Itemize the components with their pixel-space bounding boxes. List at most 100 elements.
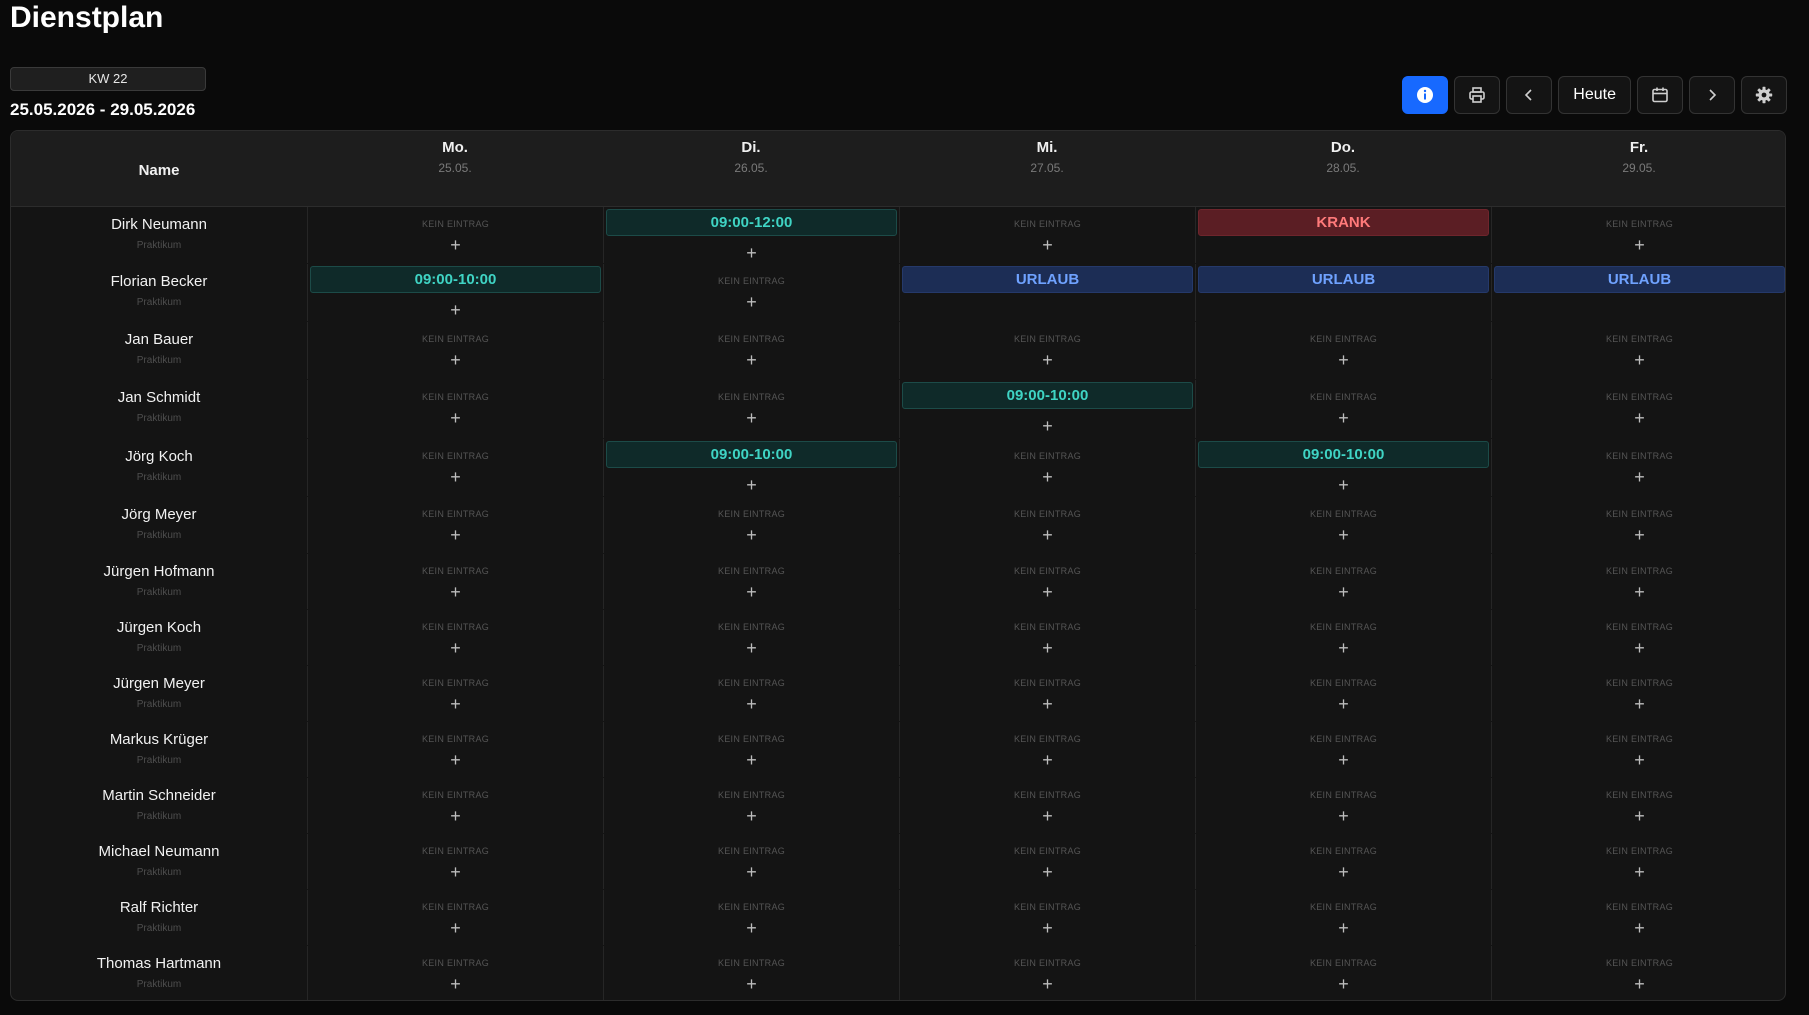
add-entry-button[interactable]: + [310, 806, 601, 826]
info-button[interactable] [1402, 76, 1449, 114]
day-cell[interactable]: KEIN EINTRAG + [1491, 322, 1785, 379]
add-entry-button[interactable]: + [902, 694, 1193, 714]
day-cell[interactable]: KEIN EINTRAG + [1195, 666, 1491, 721]
day-cell[interactable]: KRANK [1195, 207, 1491, 263]
day-cell[interactable]: KEIN EINTRAG + [1491, 610, 1785, 665]
add-entry-button[interactable]: + [310, 467, 601, 487]
add-entry-button[interactable]: + [606, 408, 897, 428]
add-entry-button[interactable]: + [1198, 408, 1489, 428]
add-entry-button[interactable]: + [1198, 974, 1489, 994]
add-entry-button[interactable]: + [606, 243, 897, 263]
day-cell[interactable]: KEIN EINTRAG + [603, 890, 899, 945]
day-cell[interactable]: KEIN EINTRAG + [899, 610, 1195, 665]
day-cell[interactable]: KEIN EINTRAG + [603, 610, 899, 665]
add-entry-button[interactable]: + [1198, 582, 1489, 602]
add-entry-button[interactable]: + [1494, 467, 1785, 487]
day-cell[interactable]: KEIN EINTRAG + [603, 722, 899, 777]
day-cell[interactable]: KEIN EINTRAG + [1195, 554, 1491, 609]
day-cell[interactable]: KEIN EINTRAG + [899, 439, 1195, 496]
add-entry-button[interactable]: + [1198, 806, 1489, 826]
day-cell[interactable]: KEIN EINTRAG + [307, 554, 603, 609]
shift-entry[interactable]: 09:00-10:00 [606, 441, 897, 468]
day-cell[interactable]: KEIN EINTRAG + [899, 890, 1195, 945]
add-entry-button[interactable]: + [902, 416, 1193, 436]
add-entry-button[interactable]: + [606, 292, 897, 312]
add-entry-button[interactable]: + [1494, 408, 1785, 428]
prev-week-button[interactable] [1506, 76, 1553, 114]
add-entry-button[interactable]: + [606, 918, 897, 938]
add-entry-button[interactable]: + [902, 638, 1193, 658]
day-cell[interactable]: KEIN EINTRAG + [1491, 554, 1785, 609]
day-cell[interactable]: URLAUB [1195, 264, 1491, 321]
day-cell[interactable]: KEIN EINTRAG + [1491, 497, 1785, 553]
day-cell[interactable]: KEIN EINTRAG + [307, 778, 603, 833]
day-cell[interactable]: KEIN EINTRAG + [899, 946, 1195, 1000]
add-entry-button[interactable]: + [1494, 806, 1785, 826]
day-cell[interactable]: KEIN EINTRAG + [1491, 207, 1785, 263]
day-cell[interactable]: KEIN EINTRAG + [1195, 946, 1491, 1000]
add-entry-button[interactable]: + [902, 862, 1193, 882]
day-cell[interactable]: KEIN EINTRAG + [307, 722, 603, 777]
day-cell[interactable]: KEIN EINTRAG + [899, 554, 1195, 609]
add-entry-button[interactable]: + [606, 475, 897, 495]
day-cell[interactable]: KEIN EINTRAG + [1195, 497, 1491, 553]
add-entry-button[interactable]: + [1494, 918, 1785, 938]
add-entry-button[interactable]: + [310, 862, 601, 882]
add-entry-button[interactable]: + [902, 918, 1193, 938]
add-entry-button[interactable]: + [606, 862, 897, 882]
day-cell[interactable]: KEIN EINTRAG + [1491, 890, 1785, 945]
add-entry-button[interactable]: + [606, 694, 897, 714]
add-entry-button[interactable]: + [310, 918, 601, 938]
day-cell[interactable]: KEIN EINTRAG + [1491, 834, 1785, 889]
add-entry-button[interactable]: + [1198, 475, 1489, 495]
add-entry-button[interactable]: + [606, 806, 897, 826]
add-entry-button[interactable]: + [310, 638, 601, 658]
add-entry-button[interactable]: + [310, 350, 601, 370]
add-entry-button[interactable]: + [310, 582, 601, 602]
day-cell[interactable]: KEIN EINTRAG + [1491, 439, 1785, 496]
day-cell[interactable]: 09:00-12:00 + [603, 207, 899, 263]
add-entry-button[interactable]: + [902, 582, 1193, 602]
add-entry-button[interactable]: + [1494, 235, 1785, 255]
day-cell[interactable]: KEIN EINTRAG + [603, 380, 899, 438]
day-cell[interactable]: KEIN EINTRAG + [1195, 322, 1491, 379]
day-cell[interactable]: 09:00-10:00 + [603, 439, 899, 496]
day-cell[interactable]: KEIN EINTRAG + [307, 666, 603, 721]
day-cell[interactable]: 09:00-10:00 + [307, 264, 603, 321]
day-cell[interactable]: KEIN EINTRAG + [1195, 610, 1491, 665]
add-entry-button[interactable]: + [1494, 525, 1785, 545]
krank-entry[interactable]: KRANK [1198, 209, 1489, 236]
add-entry-button[interactable]: + [1494, 350, 1785, 370]
add-entry-button[interactable]: + [902, 974, 1193, 994]
settings-button[interactable] [1741, 76, 1787, 114]
day-cell[interactable]: KEIN EINTRAG + [1195, 890, 1491, 945]
shift-entry[interactable]: 09:00-12:00 [606, 209, 897, 236]
day-cell[interactable]: KEIN EINTRAG + [1195, 778, 1491, 833]
add-entry-button[interactable]: + [1494, 974, 1785, 994]
shift-entry[interactable]: 09:00-10:00 [310, 266, 601, 293]
add-entry-button[interactable]: + [902, 525, 1193, 545]
day-cell[interactable]: KEIN EINTRAG + [899, 322, 1195, 379]
day-cell[interactable]: KEIN EINTRAG + [603, 666, 899, 721]
urlaub-entry[interactable]: URLAUB [1198, 266, 1489, 293]
day-cell[interactable]: KEIN EINTRAG + [307, 610, 603, 665]
day-cell[interactable]: KEIN EINTRAG + [307, 207, 603, 263]
add-entry-button[interactable]: + [310, 974, 601, 994]
add-entry-button[interactable]: + [1198, 694, 1489, 714]
day-cell[interactable]: 09:00-10:00 + [899, 380, 1195, 438]
day-cell[interactable]: KEIN EINTRAG + [603, 497, 899, 553]
day-cell[interactable]: KEIN EINTRAG + [307, 439, 603, 496]
urlaub-entry[interactable]: URLAUB [902, 266, 1193, 293]
day-cell[interactable]: URLAUB [899, 264, 1195, 321]
add-entry-button[interactable]: + [606, 350, 897, 370]
add-entry-button[interactable]: + [310, 235, 601, 255]
add-entry-button[interactable]: + [902, 750, 1193, 770]
day-cell[interactable]: KEIN EINTRAG + [307, 834, 603, 889]
day-cell[interactable]: KEIN EINTRAG + [603, 778, 899, 833]
add-entry-button[interactable]: + [310, 525, 601, 545]
add-entry-button[interactable]: + [902, 806, 1193, 826]
day-cell[interactable]: KEIN EINTRAG + [899, 834, 1195, 889]
day-cell[interactable]: KEIN EINTRAG + [1195, 834, 1491, 889]
day-cell[interactable]: URLAUB [1491, 264, 1785, 321]
day-cell[interactable]: KEIN EINTRAG + [899, 778, 1195, 833]
